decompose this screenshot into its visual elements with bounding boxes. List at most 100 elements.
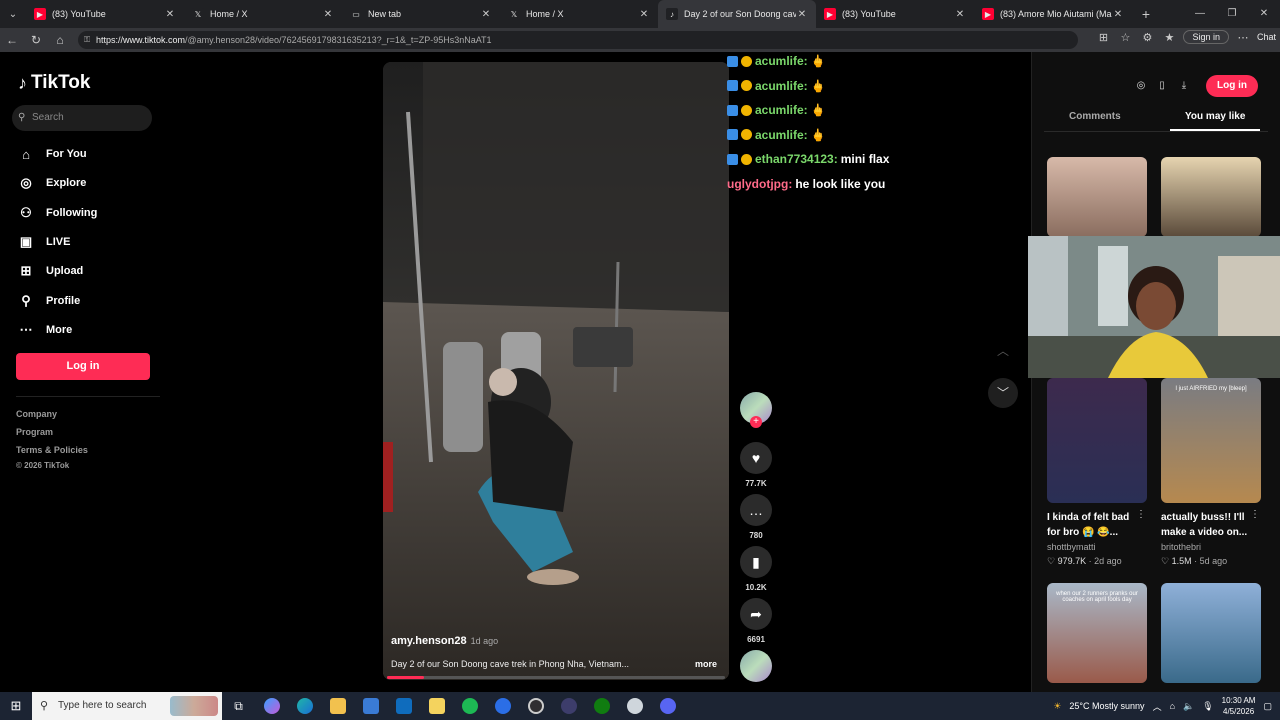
footer-link-terms[interactable]: Terms & Policies (16, 445, 88, 455)
browser-tab[interactable]: ▭ New tab ✕ (342, 0, 500, 28)
tab-comments[interactable]: Comments (1069, 111, 1121, 122)
explore-compass-icon[interactable]: ◎ (1132, 77, 1150, 95)
copilot-app-icon[interactable] (255, 692, 288, 720)
spotify-app-icon[interactable] (453, 692, 486, 720)
save-button[interactable]: ▮ (740, 546, 772, 578)
follow-plus-icon[interactable]: + (750, 416, 762, 428)
close-tab-icon[interactable]: ✕ (480, 9, 492, 20)
extensions-icon[interactable]: ⚙ (1139, 31, 1155, 44)
mic-icon[interactable]: 🎙 (1202, 701, 1213, 712)
sign-in-button[interactable]: Sign in (1183, 30, 1229, 44)
store-app-icon[interactable] (354, 692, 387, 720)
minimize-icon[interactable]: — (1184, 0, 1216, 28)
obs-app-icon[interactable] (519, 692, 552, 720)
network-icon[interactable]: ⌂ (1170, 701, 1175, 711)
url-input[interactable]: ⚿ https://www.tiktok.com/@amy.henson28/vi… (78, 31, 1078, 49)
suggested-video-title[interactable]: I kinda of felt bad for bro 😭 😂... (1047, 510, 1143, 540)
card-more-icon[interactable]: ⋮ (1250, 509, 1260, 520)
copilot-chat-button[interactable]: Chat (1257, 32, 1276, 42)
clock[interactable]: 10:30 AM 4/5/2026 (1222, 695, 1256, 717)
suggested-video-thumb[interactable] (1161, 157, 1261, 237)
back-icon[interactable]: ← (0, 33, 24, 47)
tiktok-logo[interactable]: ♪ TikTok (18, 72, 90, 94)
restore-icon[interactable]: ❐ (1216, 0, 1248, 28)
suggested-video-author[interactable]: shottbymatti (1047, 542, 1096, 552)
suggested-video-thumb[interactable] (1047, 157, 1147, 237)
author-username[interactable]: amy.henson28 (391, 635, 467, 647)
notifications-icon[interactable]: ▢ (1263, 701, 1272, 712)
xbox-app-icon[interactable] (585, 692, 618, 720)
suggested-video-thumb[interactable]: when our 2 runners pranks our coaches on… (1047, 583, 1147, 683)
sidebar-item-more[interactable]: ⋯ More (18, 320, 73, 340)
music-disc[interactable] (740, 650, 772, 682)
file-explorer-icon[interactable] (321, 692, 354, 720)
sidebar-item-for-you[interactable]: ⌂ For You (18, 144, 86, 164)
sidebar-item-upload[interactable]: ⊞ Upload (18, 261, 84, 281)
suggested-video-thumb[interactable] (1161, 583, 1261, 683)
card-more-icon[interactable]: ⋮ (1136, 509, 1146, 520)
edge-app-icon[interactable] (288, 692, 321, 720)
sidebar-item-profile[interactable]: ⚲ Profile (18, 291, 80, 311)
sidebar-item-following[interactable]: ⚇ Following (18, 203, 97, 223)
chat-text: he look like you (795, 176, 886, 191)
browser-tab[interactable]: ♪ Day 2 of our Son Doong cave ✕ (658, 0, 816, 28)
close-tab-icon[interactable]: ✕ (164, 9, 176, 20)
close-tab-icon[interactable]: ✕ (954, 9, 966, 20)
suggested-video-thumb[interactable]: I just AIRFRIED my [bleep] (1161, 378, 1261, 503)
like-button[interactable]: ♥ (740, 442, 772, 474)
close-tab-icon[interactable]: ✕ (1112, 9, 1124, 20)
close-tab-icon[interactable]: ✕ (322, 9, 334, 20)
sidebar-item-live[interactable]: ▣ LIVE (18, 232, 71, 252)
home-browser-icon[interactable]: ⌂ (48, 33, 72, 47)
video-player[interactable] (383, 62, 729, 680)
search-input[interactable]: ⚲ Search (12, 105, 152, 131)
browser-tab[interactable]: 𝕏 Home / X ✕ (500, 0, 658, 28)
footer-link-program[interactable]: Program (16, 427, 53, 437)
browser-tab[interactable]: 𝕏 Home / X ✕ (184, 0, 342, 28)
browser-tab[interactable]: ▶ (83) Amore Mio Aiutami (Main Th✕ (974, 0, 1132, 28)
suggested-video-author[interactable]: britothebri (1161, 542, 1201, 552)
site-info-icon[interactable]: ⚿ (84, 31, 90, 49)
close-window-icon[interactable]: ✕ (1248, 0, 1280, 28)
browser-tab[interactable]: ▶ (83) YouTube ✕ (26, 0, 184, 28)
app-available-icon[interactable]: ⊞ (1095, 31, 1111, 44)
clock-time: 10:30 AM (1221, 696, 1256, 705)
video-progress-bar[interactable] (387, 676, 725, 679)
taskbar-search-input[interactable]: ⚲ Type here to search (32, 692, 222, 720)
share-button[interactable]: ➦ (740, 598, 772, 630)
weather-text[interactable]: 25°C Mostly sunny (1069, 701, 1144, 711)
tab-you-may-like[interactable]: You may like (1185, 111, 1245, 122)
comment-button[interactable]: … (740, 494, 772, 526)
footer-link-company[interactable]: Company (16, 409, 57, 419)
favorites-icon[interactable]: ★ (1161, 31, 1177, 44)
suggested-video-thumb[interactable] (1047, 378, 1147, 503)
video-author[interactable]: amy.henson28 1d ago (391, 635, 498, 647)
sidebar-login-button[interactable]: Log in (16, 353, 150, 380)
previous-video-button[interactable]: ︿ (988, 336, 1018, 366)
tab-search-menu-icon[interactable]: ⌄ (0, 0, 26, 28)
new-tab-button[interactable]: + (1132, 6, 1160, 22)
device-icon[interactable]: ▯ (1153, 77, 1171, 95)
outlook-app-icon[interactable] (387, 692, 420, 720)
download-icon[interactable]: ⤓ (1175, 77, 1193, 95)
next-video-button[interactable]: ﹀ (988, 378, 1018, 408)
volume-icon[interactable]: 🔈 (1183, 701, 1194, 712)
discord-app-icon[interactable] (651, 692, 684, 720)
browser-tab[interactable]: ▶ (83) YouTube ✕ (816, 0, 974, 28)
settings-more-icon[interactable]: ⋯ (1235, 31, 1251, 44)
favorite-star-icon[interactable]: ☆ (1117, 31, 1133, 44)
windows-start-icon[interactable]: ⊞ (0, 698, 32, 714)
app-icon[interactable] (486, 692, 519, 720)
close-tab-icon[interactable]: ✕ (638, 9, 650, 20)
reload-icon[interactable]: ↻ (24, 33, 48, 47)
header-login-button[interactable]: Log in (1206, 75, 1258, 97)
notepad-app-icon[interactable] (420, 692, 453, 720)
tray-chevron-icon[interactable]: ︿ (1153, 700, 1162, 713)
app-icon[interactable] (618, 692, 651, 720)
suggested-video-title[interactable]: actually buss!! I'll make a video on... (1161, 510, 1257, 540)
task-view-icon[interactable]: ⧉ (222, 692, 255, 720)
description-more-button[interactable]: more (695, 659, 717, 669)
sidebar-item-explore[interactable]: ◎ Explore (18, 173, 86, 193)
close-tab-icon[interactable]: ✕ (796, 9, 808, 20)
app-icon[interactable] (552, 692, 585, 720)
